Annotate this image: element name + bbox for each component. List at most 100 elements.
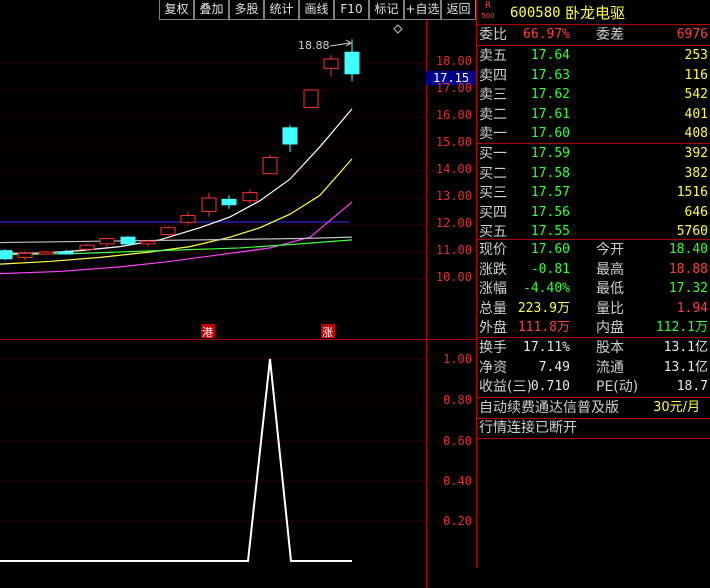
promo-price[interactable]: 30元/月 xyxy=(653,398,700,418)
fund-label: 净资 xyxy=(479,359,507,376)
price-tick: 11.00 xyxy=(435,243,472,257)
stat-label: 涨幅 xyxy=(479,281,507,297)
ask-volume: 401 xyxy=(684,106,708,122)
stat-label: 总量 xyxy=(479,300,507,317)
stat-label: 内盘 xyxy=(596,320,624,336)
stat-label: 现价 xyxy=(479,242,507,258)
stat-value: 111.8万 xyxy=(517,320,570,335)
stat-label: 最低 xyxy=(596,281,624,297)
stat-label: 今开 xyxy=(596,242,624,258)
toolbar-duogu-button[interactable]: 多股 xyxy=(229,0,264,20)
candle xyxy=(79,244,95,250)
bid-label: 买四 xyxy=(479,204,507,221)
stat-label: 最高 xyxy=(596,261,624,278)
ask-row[interactable]: 卖五 17.64 253 xyxy=(477,46,710,66)
indicator-chart[interactable] xyxy=(0,340,426,568)
toolbar-add-watchlist-button[interactable]: +自选 xyxy=(404,0,441,20)
promo-row[interactable]: 自动续费通达信普及版 30元/月 xyxy=(477,398,710,418)
bid-label: 买三 xyxy=(479,185,507,201)
connection-status: 行情连接已断开 xyxy=(479,420,577,436)
stat-row[interactable]: 现价 17.60 今开 18.40 xyxy=(477,240,710,260)
stat-value: -4.40% xyxy=(523,281,570,296)
candle xyxy=(242,192,258,202)
indicator-grid xyxy=(0,358,426,522)
fund-row[interactable]: 收益(三) 0.710 PE(动) 18.7 xyxy=(477,377,710,397)
candle xyxy=(160,227,176,235)
bid-price: 17.57 xyxy=(530,185,570,200)
ask-label: 卖四 xyxy=(479,67,507,84)
stock-header: R 500 600580 卧龙电驱 xyxy=(477,1,710,24)
stat-value: -0.81 xyxy=(530,261,570,277)
price-tick: 13.00 xyxy=(435,189,472,203)
candle xyxy=(0,250,13,260)
indicator-tick: 0.60 xyxy=(443,434,472,448)
weibi-row: 委比 66.97% 委差 6976 xyxy=(479,27,708,43)
bid-row[interactable]: 买一 17.59 392 xyxy=(477,144,710,164)
fund-value: 7.49 xyxy=(538,359,570,375)
bid-volume: 392 xyxy=(684,146,708,161)
stock-code[interactable]: 600580 xyxy=(510,3,561,23)
ask-volume: 408 xyxy=(684,126,708,141)
fund-label: 股本 xyxy=(596,340,624,356)
stat-row[interactable]: 涨幅 -4.40% 最低 17.32 xyxy=(477,279,710,299)
ask-price: 17.60 xyxy=(530,126,570,141)
ask-price: 17.64 xyxy=(530,48,570,63)
quote-panel: R 500 600580 卧龙电驱 委比 66.97% 委差 6976 卖五 17.… xyxy=(477,0,710,568)
ask-row[interactable]: 卖四 17.63 116 xyxy=(477,66,710,86)
fund-label: 收益(三) xyxy=(479,379,532,395)
bid-price: 17.59 xyxy=(530,146,570,161)
fund-value: 13.1亿 xyxy=(663,359,708,375)
toolbar-biaoji-button[interactable]: 标记 xyxy=(369,0,404,20)
stat-value: 17.60 xyxy=(530,242,570,257)
fund-value: 17.11% xyxy=(523,340,570,355)
bid-price: 17.58 xyxy=(530,165,570,181)
ask-row[interactable]: 卖一 17.60 408 xyxy=(477,124,710,144)
stat-row[interactable]: 涨跌 -0.81 最高 18.88 xyxy=(477,260,710,280)
kline-chart[interactable]: 18.88 港 涨 xyxy=(0,20,426,340)
bid-volume: 646 xyxy=(684,204,708,220)
candle xyxy=(99,238,115,245)
toolbar-huaxian-button[interactable]: 画线 xyxy=(299,0,334,20)
candle xyxy=(303,89,319,109)
indicator-tick: 0.20 xyxy=(443,514,472,528)
stat-label: 涨跌 xyxy=(479,261,507,278)
price-tick: 16.00 xyxy=(435,108,472,122)
ask-volume: 542 xyxy=(684,87,708,102)
toolbar-f10-button[interactable]: F10 xyxy=(334,0,369,20)
toolbar-back-button[interactable]: 返回 xyxy=(441,0,476,20)
diamond-icon[interactable] xyxy=(393,24,403,34)
fund-value: 0.710 xyxy=(530,379,570,394)
toolbar-fuquan-button[interactable]: 复权 xyxy=(159,0,194,20)
stat-value: 18.40 xyxy=(668,242,708,257)
stock-name[interactable]: 卧龙电驱 xyxy=(565,3,625,23)
toolbar-tongji-button[interactable]: 统计 xyxy=(264,0,299,20)
fund-row[interactable]: 换手 17.11% 股本 13.1亿 xyxy=(477,338,710,358)
indicator-line xyxy=(0,358,352,562)
candles xyxy=(0,39,360,261)
stat-label: 外盘 xyxy=(479,320,507,336)
stat-row[interactable]: 总量 223.9万 量比 1.94 xyxy=(477,299,710,319)
toolbar-diejia-button[interactable]: 叠加 xyxy=(194,0,229,20)
price-tick: 18.00 xyxy=(435,54,472,68)
bid-volume: 382 xyxy=(684,165,708,181)
indicator-tick: 0.80 xyxy=(443,393,472,407)
fund-value: 13.1亿 xyxy=(663,340,708,355)
ask-row[interactable]: 卖三 17.62 542 xyxy=(477,85,710,105)
fund-label: 流通 xyxy=(596,359,624,376)
ask-row[interactable]: 卖二 17.61 401 xyxy=(477,105,710,125)
bid-row[interactable]: 买四 17.56 646 xyxy=(477,203,710,223)
candle xyxy=(120,236,136,245)
promo-text[interactable]: 自动续费通达信普及版 xyxy=(479,398,619,418)
stat-row[interactable]: 外盘 111.8万 内盘 112.1万 xyxy=(477,318,710,338)
candle xyxy=(344,51,360,75)
peak-label: 18.88 xyxy=(298,39,330,52)
fund-row[interactable]: 净资 7.49 流通 13.1亿 xyxy=(477,358,710,378)
bid-label: 买二 xyxy=(479,165,507,182)
bid-row[interactable]: 买二 17.58 382 xyxy=(477,164,710,184)
bid-row[interactable]: 买三 17.57 1516 xyxy=(477,183,710,203)
candle xyxy=(282,127,298,145)
fund-label: PE(动) xyxy=(596,379,639,395)
indicator-tick: 0.40 xyxy=(443,474,472,488)
stat-value: 18.88 xyxy=(668,261,708,277)
stat-value: 223.9万 xyxy=(517,300,570,316)
